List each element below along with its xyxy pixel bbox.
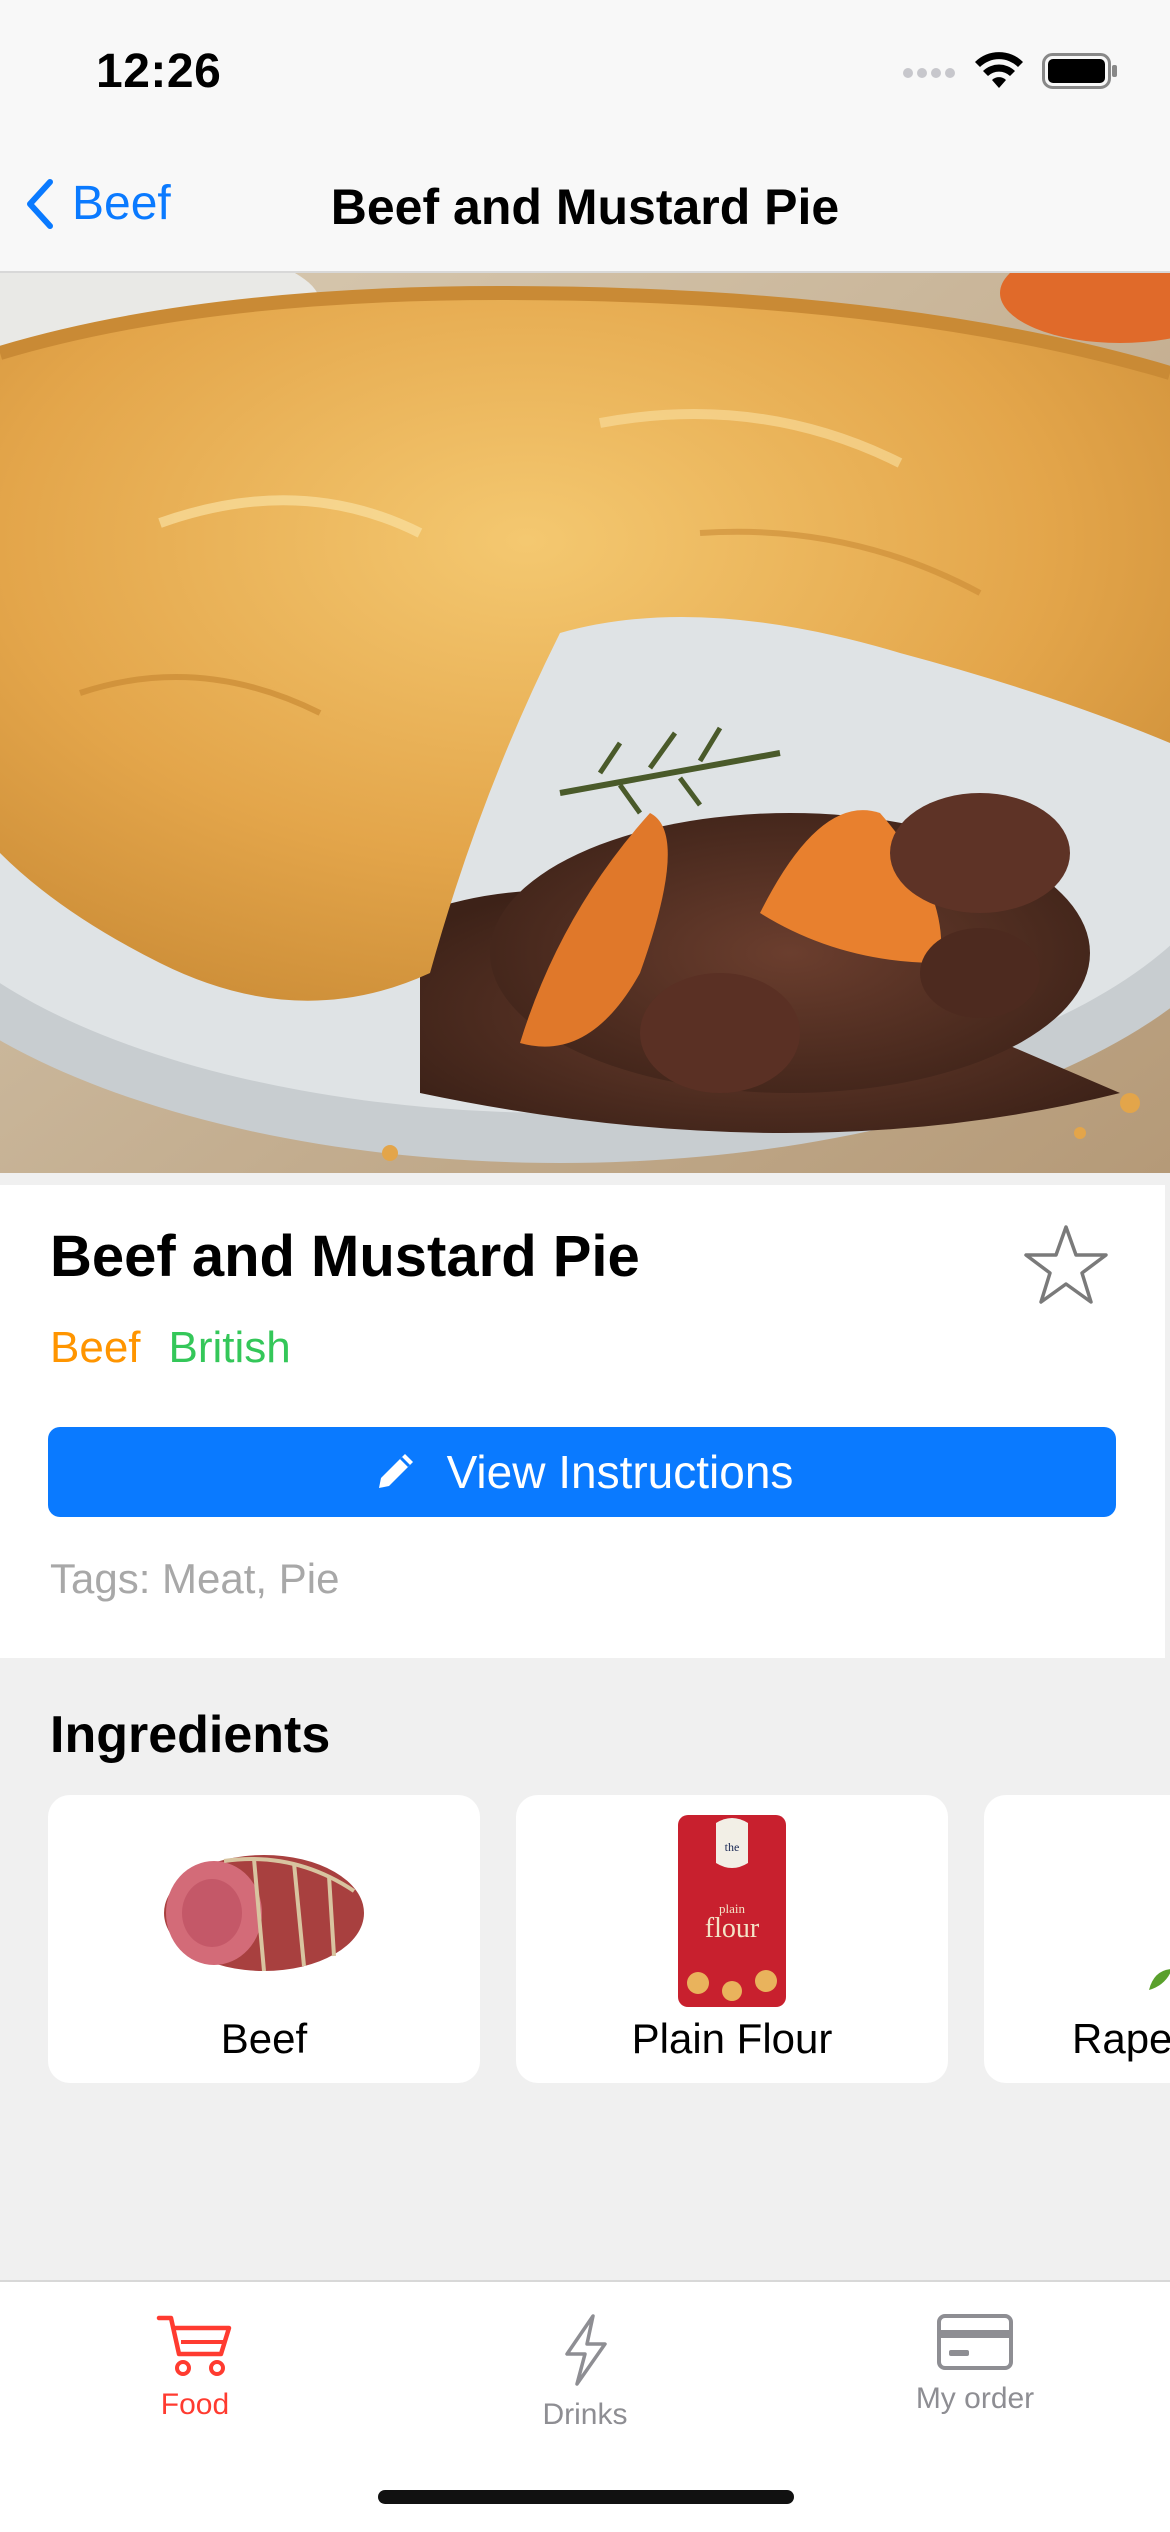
meal-title: Beef and Mustard Pie (50, 1224, 640, 1289)
svg-text:the: the (725, 1840, 740, 1854)
status-icons (902, 52, 1118, 90)
battery-icon (1042, 53, 1117, 89)
tab-drinks[interactable]: Drinks (390, 2282, 780, 2452)
bolt-icon (565, 2314, 607, 2386)
status-bar: 12:26 (0, 0, 1170, 150)
wifi-icon (975, 52, 1023, 88)
ingredient-card-rape[interactable]: Rape (984, 1795, 1170, 2083)
star-icon (1024, 1225, 1108, 1304)
favorite-button[interactable] (1022, 1223, 1110, 1312)
cellular-signal-icon (903, 68, 955, 78)
ingredients-title: Ingredients (50, 1706, 331, 1764)
nav-title: Beef and Mustard Pie (330, 179, 840, 235)
screen: 12:26 Beef Beef and Mustard Pie Beef and… (0, 0, 1170, 2532)
meal-tags: Tags: Meat, Pie (50, 1555, 340, 1602)
status-time: 12:26 (96, 45, 222, 98)
ingredient-name: Beef (220, 2015, 308, 2062)
meal-image (0, 273, 1170, 1173)
beef-image (164, 1855, 364, 1972)
view-instructions-button[interactable]: View Instructions (48, 1427, 1116, 1517)
area-label: British (168, 1323, 291, 1372)
view-instructions-label: View Instructions (446, 1446, 794, 1498)
category-label: Beef (50, 1323, 141, 1372)
tab-food[interactable]: Food (0, 2282, 390, 2452)
home-indicator[interactable] (378, 2490, 794, 2504)
tab-label: Drinks (542, 2398, 628, 2431)
svg-text:flour: flour (705, 1913, 760, 1944)
ingredient-name: Rape (1072, 2015, 1170, 2062)
navigation-bar: Beef Beef and Mustard Pie (0, 150, 1170, 273)
meal-categories: Beef British (50, 1323, 291, 1373)
ingredient-card-beef[interactable]: Beef (48, 1795, 480, 2083)
rapeseed-image (1149, 1969, 1170, 1990)
tab-label: Food (160, 2388, 230, 2421)
card-icon (937, 2314, 1013, 2370)
cart-icon (156, 2315, 232, 2376)
ingredient-card-plain-flour[interactable]: the plain flour Plain Flour (516, 1795, 948, 2083)
ingredient-name: Plain Flour (631, 2015, 833, 2062)
flour-bag-image: the plain flour (678, 1815, 786, 2007)
meal-info-card: Beef and Mustard Pie Beef British View I… (0, 1185, 1165, 1658)
tab-label: My order (915, 2382, 1035, 2415)
pencil-icon (378, 1454, 413, 1488)
tab-my-order[interactable]: My order (780, 2282, 1170, 2452)
ingredients-list: Beef the plain flour Plain Flour Rape (48, 1795, 1170, 2085)
